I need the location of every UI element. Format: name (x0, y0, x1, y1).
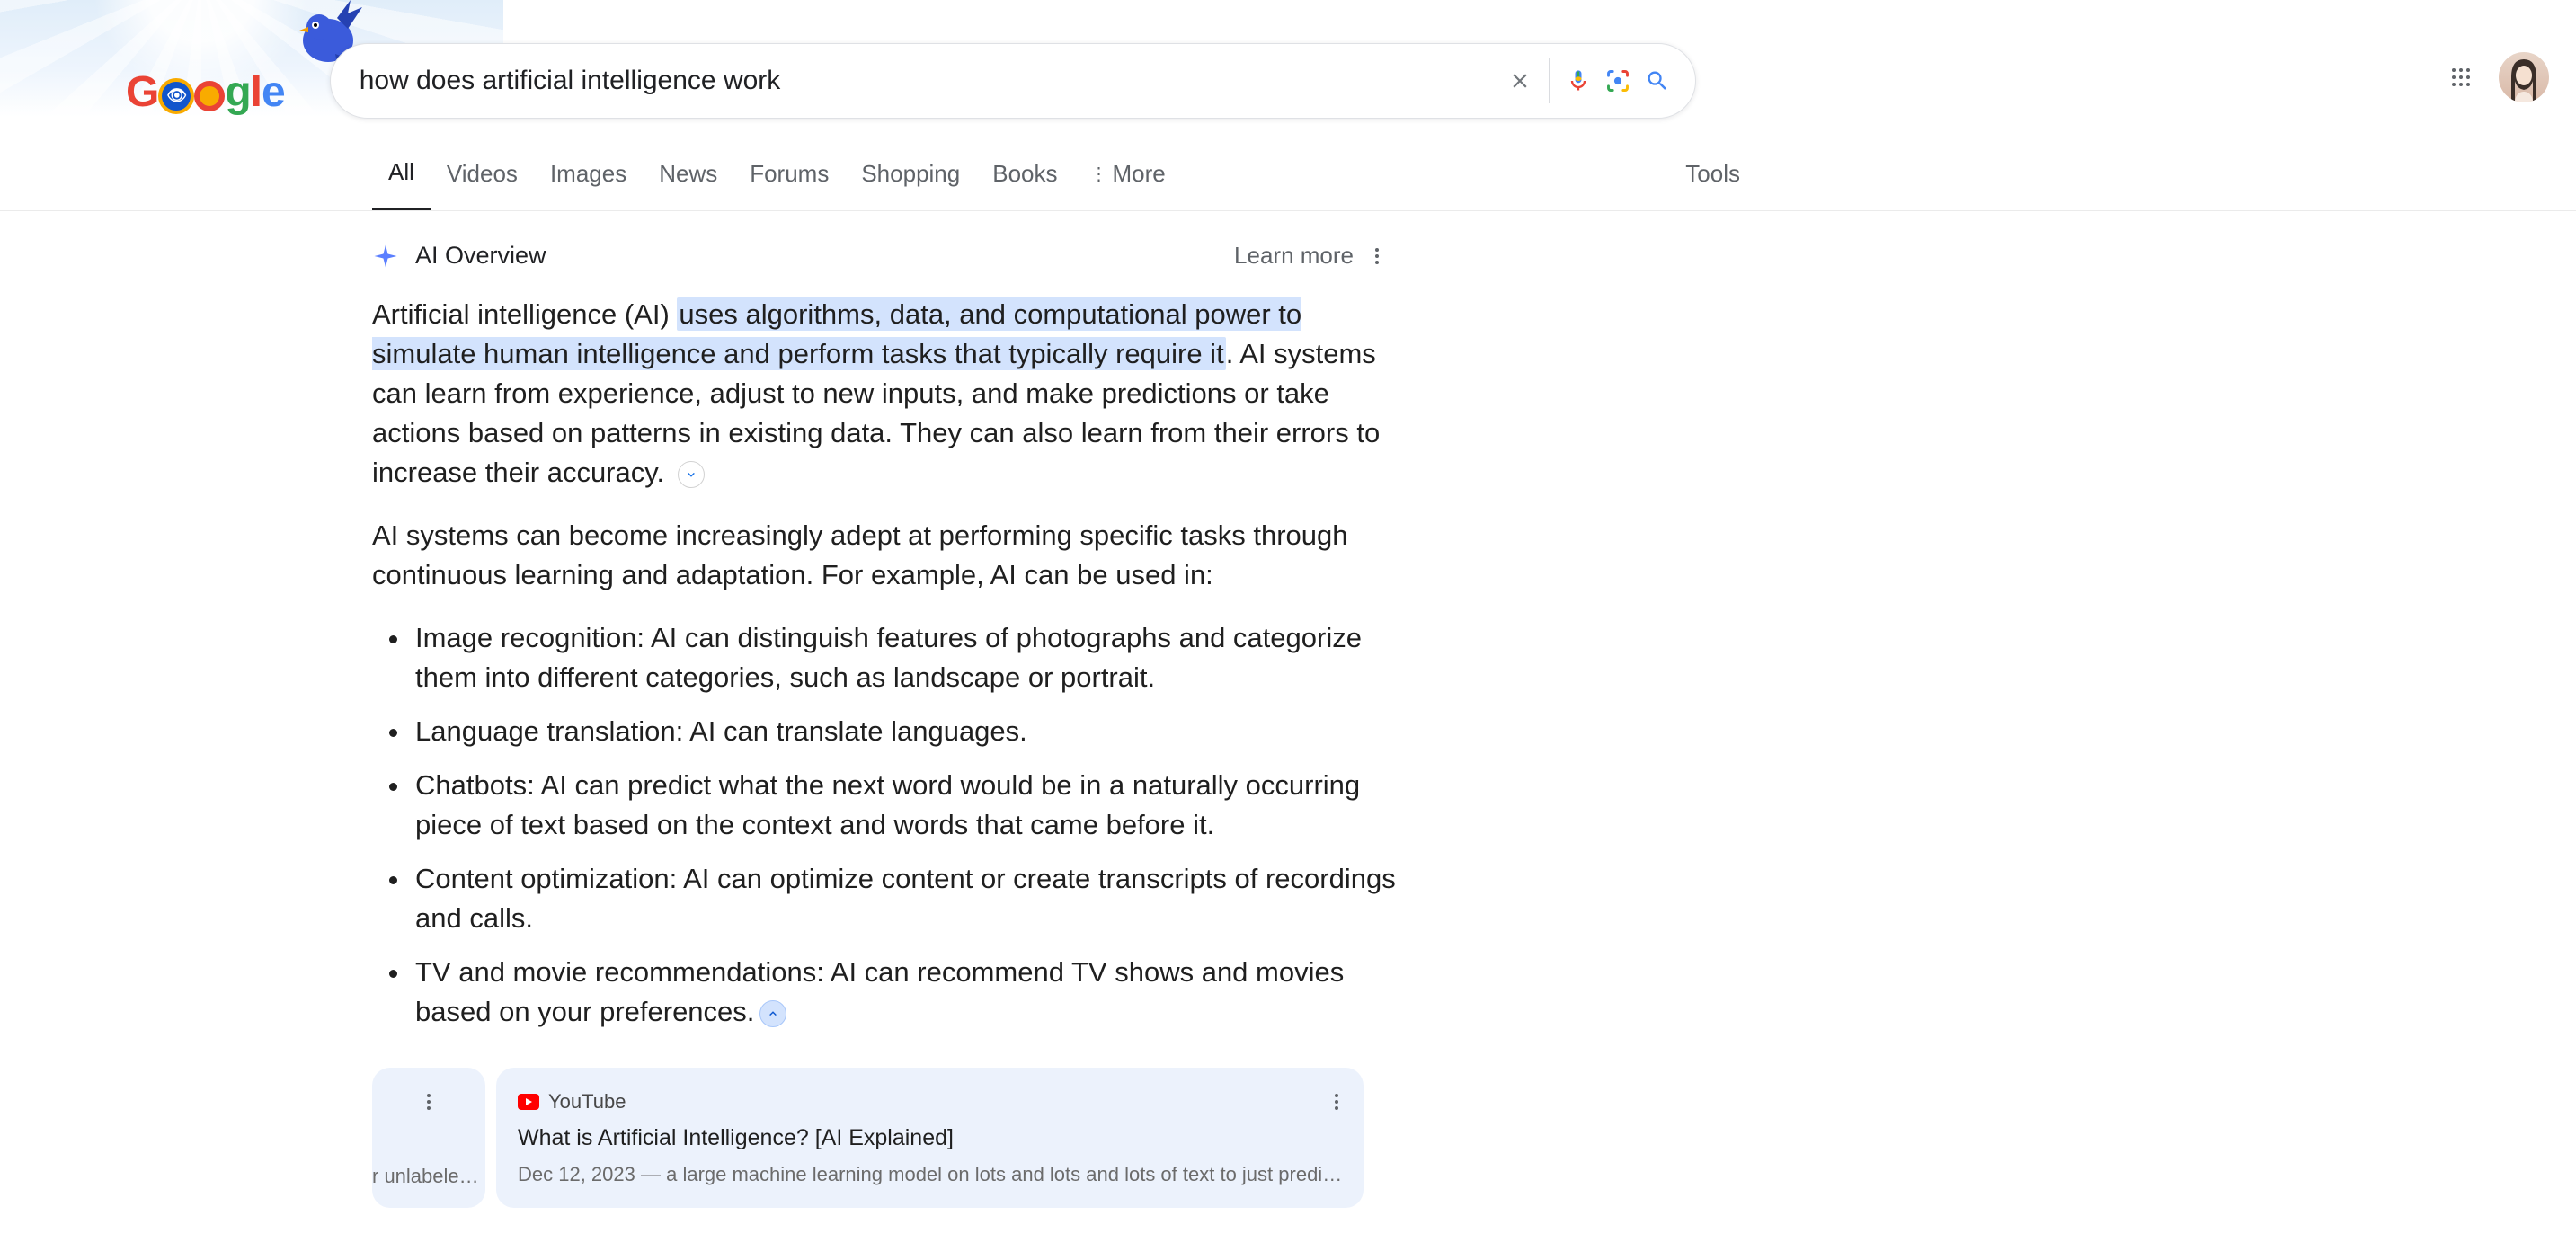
google-logo[interactable]: G👁gle (126, 67, 285, 117)
search-tabs: All Videos Images News Forums Shopping B… (0, 146, 2576, 211)
tab-more[interactable]: ⋮More (1074, 147, 1182, 209)
ai-para1-lead: Artificial intelligence (AI) (372, 298, 677, 330)
clear-icon[interactable] (1500, 61, 1540, 101)
tab-shopping[interactable]: Shopping (845, 147, 976, 209)
card-meta: Dec 12, 2023 — a large machine learning … (518, 1160, 1342, 1188)
expand-down-icon[interactable] (678, 461, 705, 488)
card-fragment-text: r unlabele… (372, 1162, 479, 1190)
ai-overview-title: AI Overview (415, 242, 546, 270)
card-menu-icon[interactable] (1326, 1084, 1347, 1105)
ai-bullet: TV and movie recommendations: AI can rec… (412, 953, 1397, 1032)
ai-bullet: Content optimization: AI can optimize co… (412, 859, 1397, 938)
source-card-partial[interactable]: r unlabele… (372, 1068, 485, 1208)
youtube-icon (518, 1094, 539, 1110)
tab-books[interactable]: Books (976, 147, 1073, 209)
avatar[interactable] (2499, 52, 2549, 102)
overflow-menu-icon[interactable] (1366, 245, 1388, 267)
ai-bullet: Chatbots: AI can predict what the next w… (412, 766, 1397, 845)
sparkle-icon (372, 243, 399, 270)
ai-bullet: Language translation: AI can translate l… (412, 712, 1397, 751)
card-title: What is Artificial Intelligence? [AI Exp… (518, 1122, 1342, 1155)
more-dots-icon: ⋮ (1090, 163, 1106, 185)
lens-search-icon[interactable] (1598, 61, 1638, 101)
learn-more-link[interactable]: Learn more (1234, 242, 1354, 270)
source-card-youtube[interactable]: YouTube What is Artificial Intelligence?… (496, 1068, 1364, 1208)
tab-all[interactable]: All (372, 146, 431, 210)
divider (1549, 58, 1550, 103)
search-box (330, 43, 1696, 119)
collapse-up-icon[interactable] (759, 1000, 786, 1027)
card-menu-icon[interactable] (418, 1084, 440, 1105)
tab-videos[interactable]: Videos (431, 147, 534, 209)
tab-images[interactable]: Images (534, 147, 643, 209)
google-apps-icon[interactable] (2441, 58, 2481, 97)
search-input[interactable] (360, 66, 1500, 96)
tools-button[interactable]: Tools (1676, 147, 1749, 209)
voice-search-icon[interactable] (1559, 61, 1598, 101)
search-icon[interactable] (1638, 61, 1677, 101)
ai-overview-body: Artificial intelligence (AI) uses algori… (372, 295, 1397, 1208)
tab-news[interactable]: News (643, 147, 733, 209)
ai-para2: AI systems can become increasingly adept… (372, 516, 1397, 595)
ai-bullet: Image recognition: AI can distinguish fe… (412, 618, 1397, 697)
tab-forums[interactable]: Forums (733, 147, 845, 209)
card-source: YouTube (548, 1087, 626, 1115)
